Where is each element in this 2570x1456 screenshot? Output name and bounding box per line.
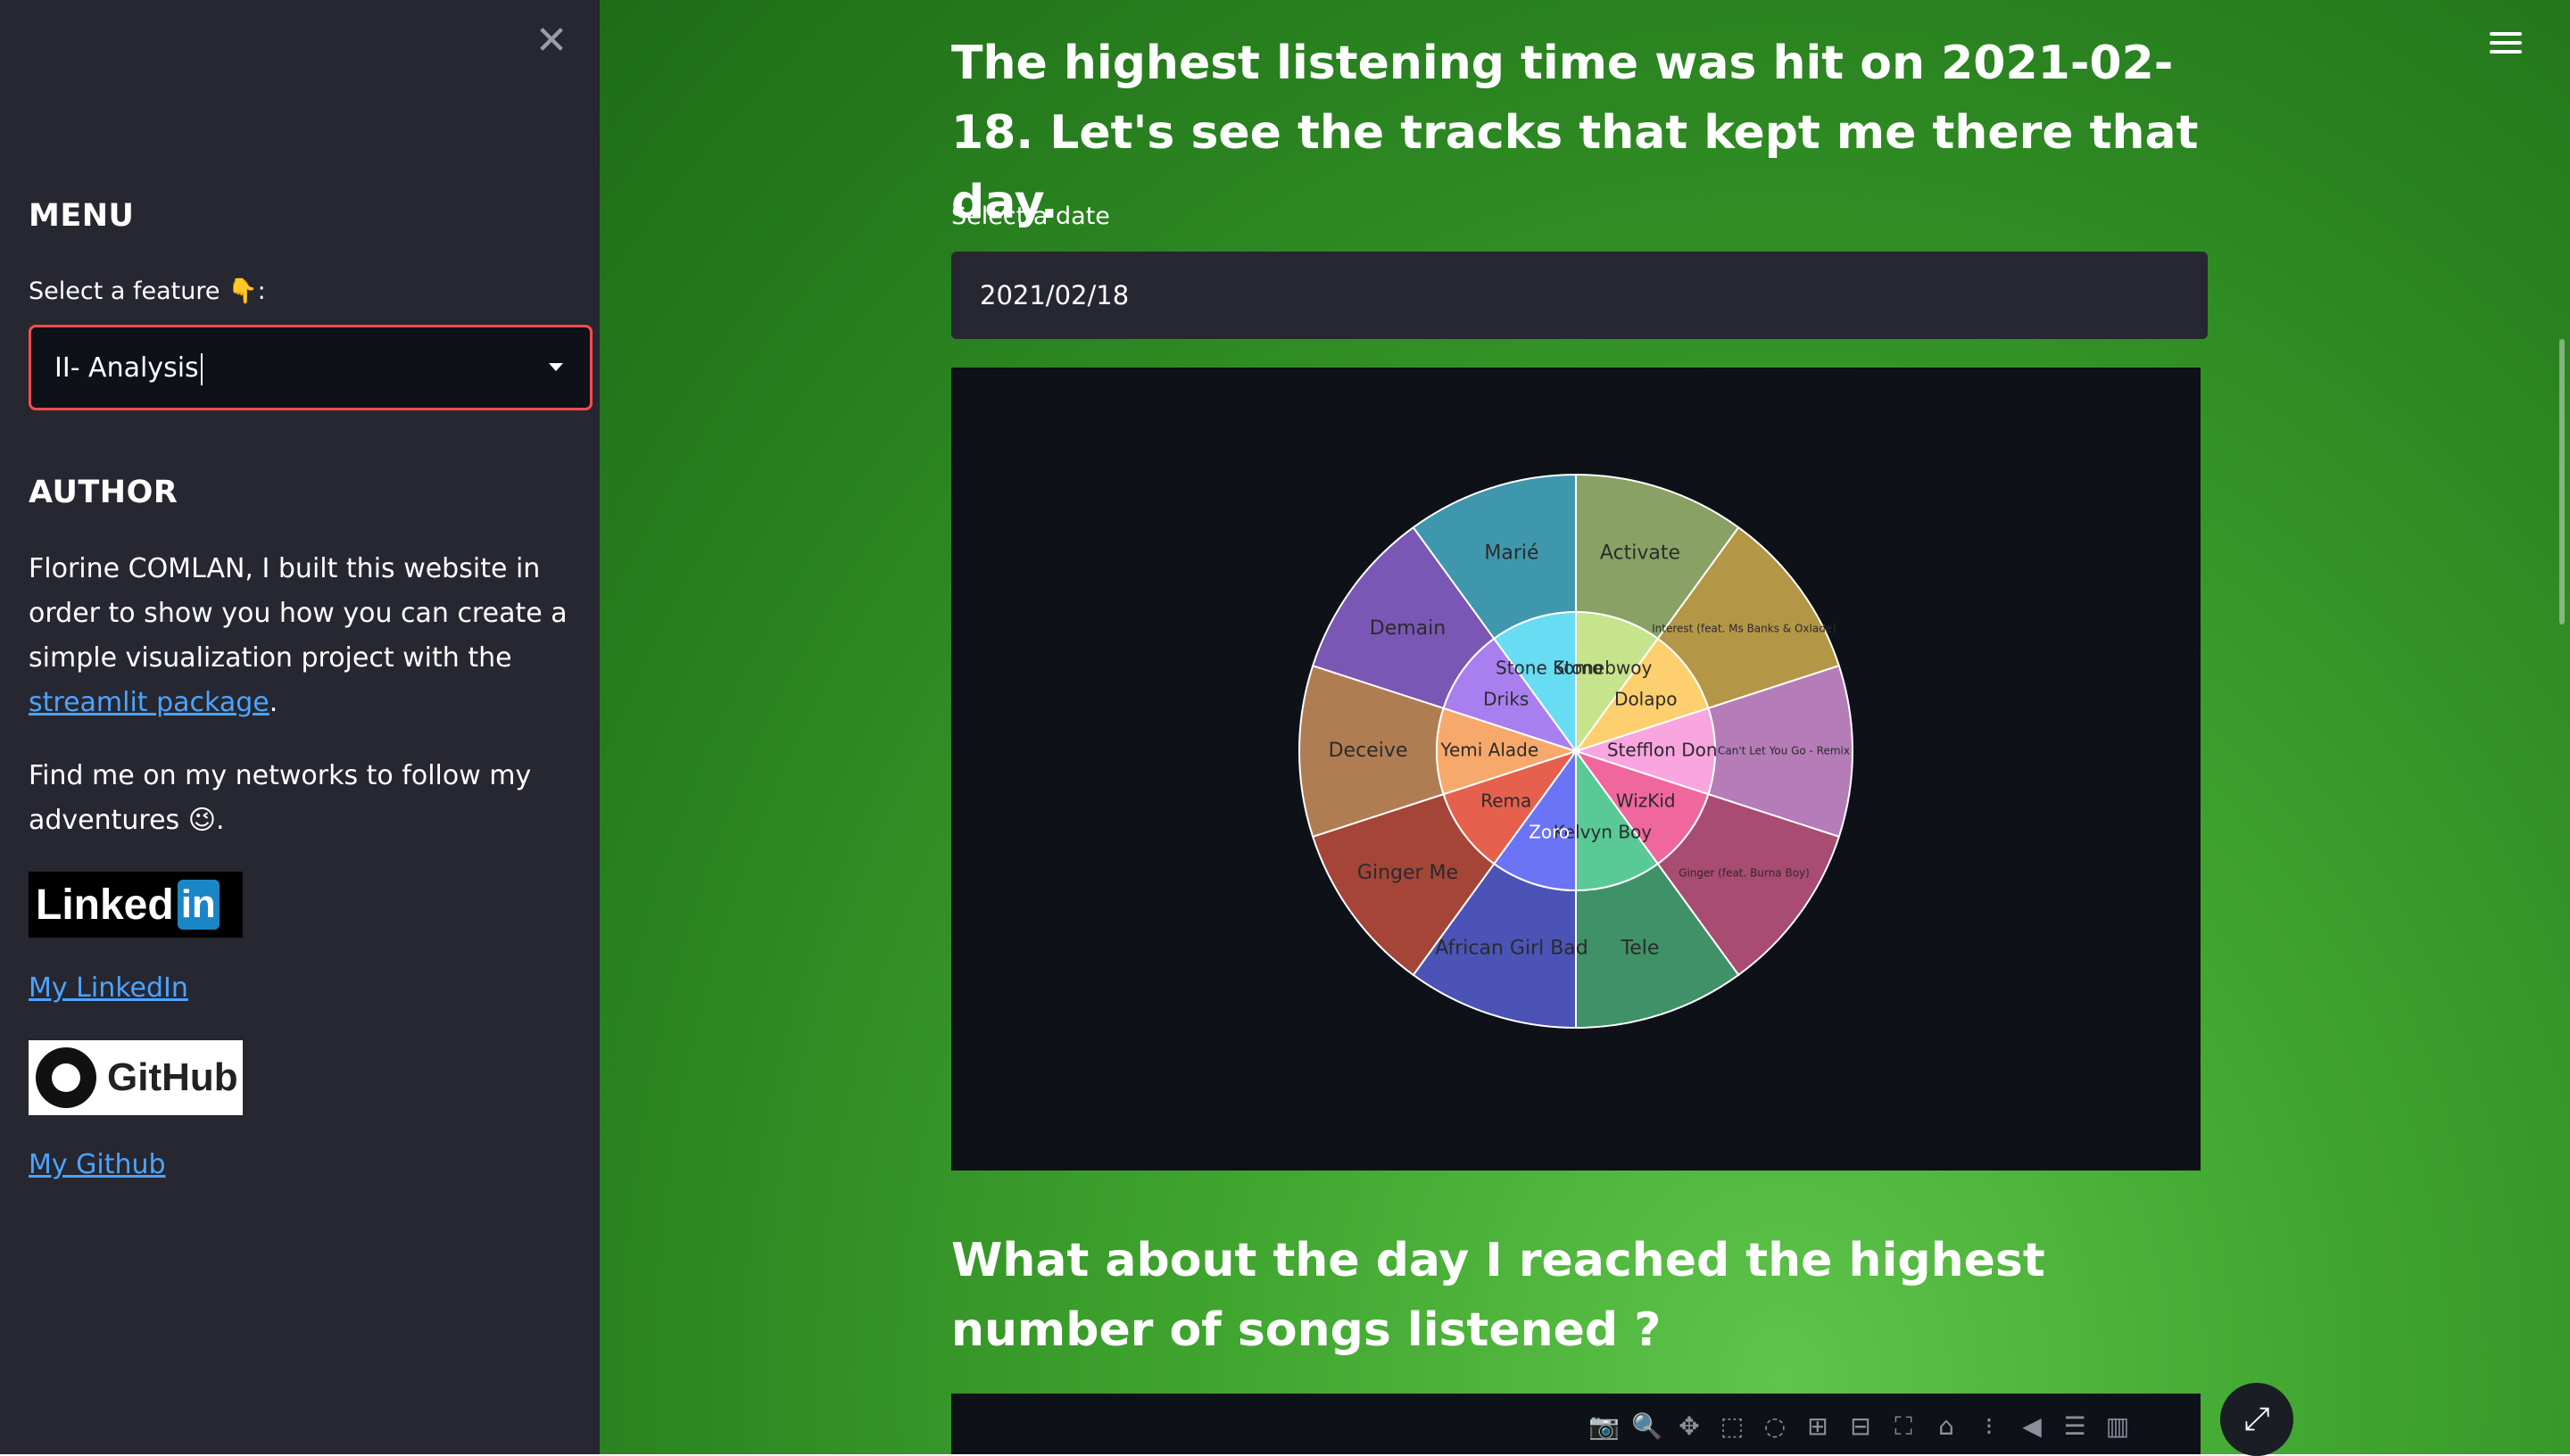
date-input-label: Select a date: [951, 203, 1110, 230]
github-logo[interactable]: GitHub: [29, 1040, 243, 1115]
hover-compare-icon[interactable]: ☰: [2060, 1411, 2090, 1442]
heading-highest-songs: What about the day I reached the highest…: [951, 1234, 2045, 1357]
menu-title: MENU: [29, 198, 135, 234]
networks-text: Find me on my networks to follow my adve…: [29, 760, 532, 836]
zoom-out-icon[interactable]: ⊟: [1845, 1411, 1876, 1442]
linkedin-link[interactable]: My LinkedIn: [29, 966, 582, 1011]
sunburst-track-label: Activate: [1600, 542, 1680, 564]
sidebar: ✕ MENU Select a feature 👇: II- Analysis …: [0, 0, 600, 1454]
scrollbar[interactable]: [2559, 339, 2565, 625]
reset-icon[interactable]: ⌂: [1931, 1411, 1961, 1442]
sunburst-track-label: Can't Let You Go - Remix: [1718, 745, 1850, 757]
author-title: AUTHOR: [29, 475, 178, 510]
chevron-down-icon[interactable]: [549, 363, 563, 371]
github-icon: [36, 1047, 96, 1108]
heading-highest-listening-time: The highest listening time was hit on 20…: [951, 37, 2199, 229]
sunburst-artist-label: Rema: [1480, 790, 1531, 811]
pan-icon[interactable]: ✥: [1674, 1411, 1704, 1442]
sunburst-artist-label: Stefflon Don: [1607, 740, 1718, 761]
author-description: Florine COMLAN, I built this website in …: [29, 553, 568, 718]
feature-select[interactable]: II- Analysis: [29, 325, 593, 410]
sunburst-artist-label: Driks: [1483, 689, 1529, 710]
sunburst-artist-label: Yemi Alade: [1439, 740, 1538, 761]
hover-closest-icon[interactable]: ◀: [2017, 1411, 2047, 1442]
sunburst-track-label: Ginger (feat. Burna Boy): [1679, 866, 1810, 879]
close-icon[interactable]: ✕: [532, 21, 571, 61]
sunburst-track-label: Demain: [1370, 617, 1446, 640]
plotly-logo-icon[interactable]: ▥: [2102, 1411, 2133, 1442]
sunburst-artist-label: Zoro: [1529, 821, 1570, 842]
linkedin-logo[interactable]: Linked in: [29, 872, 243, 938]
fullscreen-expand-icon[interactable]: ⤢: [2220, 1383, 2293, 1456]
autoscale-icon[interactable]: ⛶: [1888, 1411, 1919, 1442]
hamburger-menu-icon[interactable]: [2490, 27, 2522, 59]
sunburst-track-label: Marié: [1484, 542, 1538, 564]
select-feature-label: Select a feature 👇:: [29, 277, 266, 305]
streamlit-package-link[interactable]: streamlit package: [29, 687, 269, 718]
github-link[interactable]: My Github: [29, 1143, 582, 1187]
sunburst-artist-label: Stone Komo: [1496, 658, 1603, 679]
zoom-icon[interactable]: 🔍: [1631, 1411, 1662, 1442]
sunburst-track-label: Interest (feat. Ms Banks & Oxlade): [1652, 623, 1836, 635]
date-input-value: 2021/02/18: [980, 280, 1130, 310]
sunburst-track-label: African Girl Bad: [1435, 938, 1588, 960]
sunburst-artist-label: WizKid: [1616, 790, 1676, 811]
second-chart-panel[interactable]: [951, 1394, 2201, 1454]
sunburst-chart[interactable]: Activate Interest (feat. Ms Banks & Oxlad…: [951, 368, 2201, 1171]
sunburst-track-label: Ginger Me: [1357, 862, 1458, 884]
date-input[interactable]: 2021/02/18: [951, 252, 2208, 339]
box-select-icon[interactable]: ⬚: [1717, 1411, 1747, 1442]
spike-icon[interactable]: ⁝: [1974, 1411, 2004, 1442]
sunburst-track-label: Deceive: [1329, 740, 1408, 762]
lasso-icon[interactable]: ◌: [1760, 1411, 1790, 1442]
sunburst-chart-panel[interactable]: Activate Interest (feat. Ms Banks & Oxlad…: [951, 368, 2201, 1171]
sunburst-artist-label: Dolapo: [1614, 689, 1677, 710]
camera-icon[interactable]: 📷: [1588, 1411, 1620, 1442]
sunburst-track-label: Tele: [1621, 938, 1660, 960]
zoom-in-icon[interactable]: ⊞: [1803, 1411, 1833, 1442]
feature-select-value: II- Analysis: [54, 352, 203, 385]
